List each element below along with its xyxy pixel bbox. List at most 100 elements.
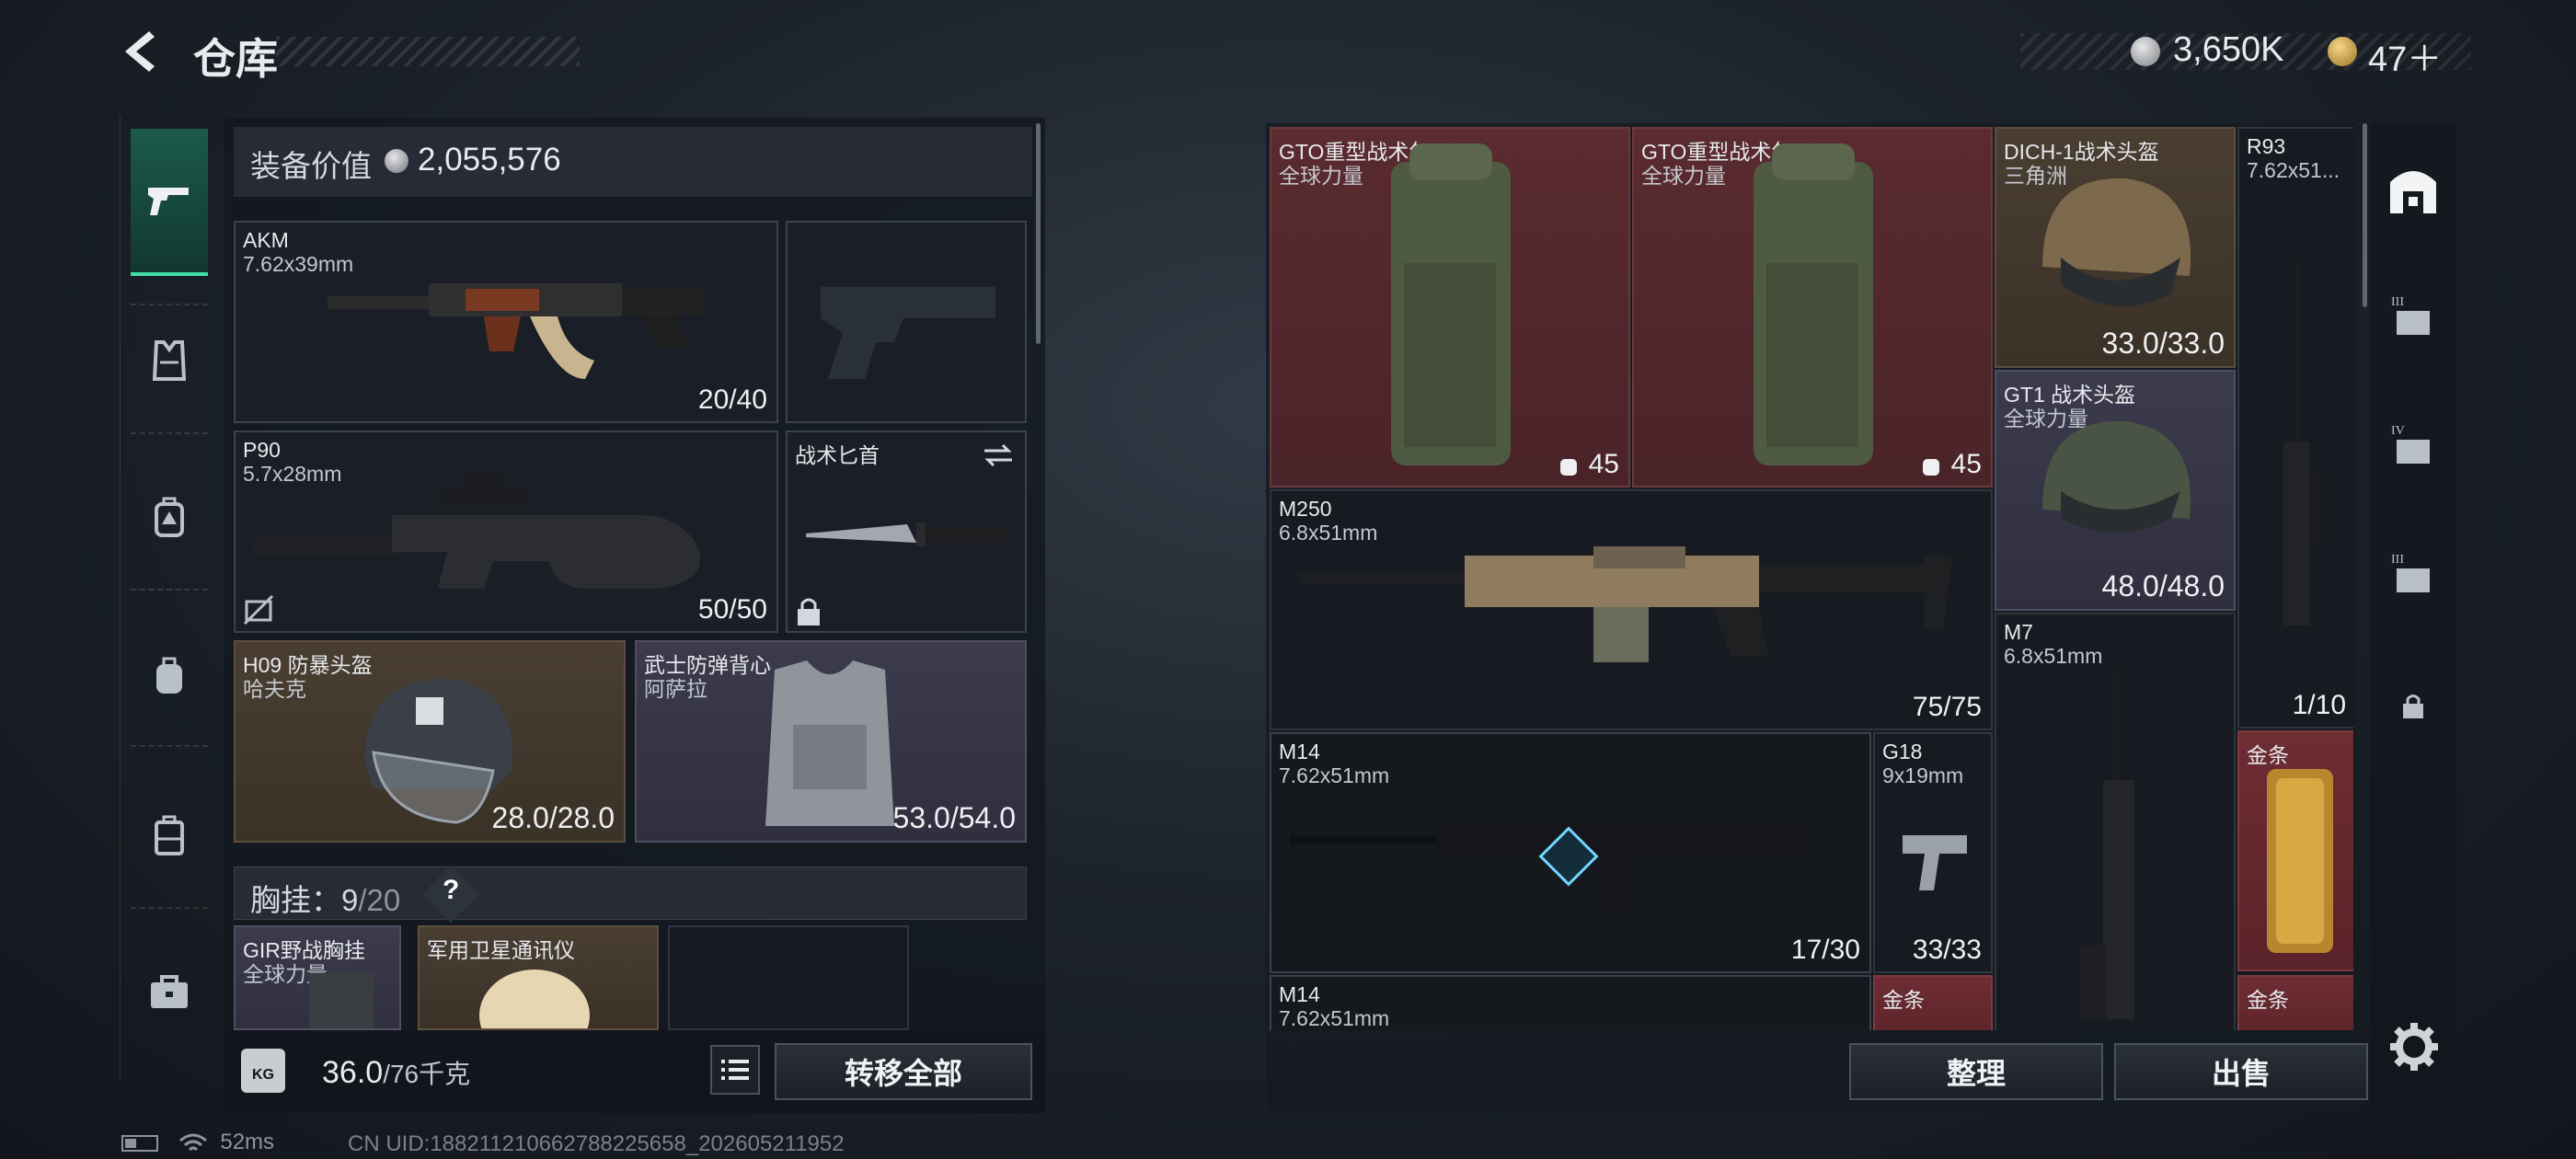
item-name: 战术匕首 — [795, 443, 880, 467]
currency-gold[interactable]: 47＋ — [2368, 30, 2442, 81]
svg-text:III: III — [2391, 553, 2404, 567]
nav-separator — [131, 304, 208, 305]
storage-item-gold-bar[interactable]: 金条 — [2237, 730, 2353, 971]
storage-item-m14[interactable]: M14 7.62x51mm 17/30 — [1270, 732, 1871, 973]
ammo-capacity: 17/30 — [1790, 935, 1860, 965]
storage-item-g18[interactable]: G18 9x19mm 33/33 — [1873, 732, 1993, 973]
nav-separator — [131, 589, 208, 591]
g18-pistol-icon — [1903, 835, 1967, 890]
storage-item-helmet[interactable]: DICH-1战术头盔 三角洲 33.0/33.0 — [1995, 127, 2236, 368]
nav-separator — [131, 907, 208, 909]
item-ammo: 9x19mm — [1882, 763, 1964, 787]
m250-machinegun-icon — [1299, 546, 1952, 662]
storage-item-m7[interactable]: M7 6.8x51mm — [1995, 613, 2236, 1030]
storage-item-backpack[interactable]: GTO重型战术包 全球力量 45 — [1632, 127, 1993, 488]
item-brand: 哈夫克 — [243, 677, 306, 701]
storage-tab-tier3[interactable]: III — [2379, 281, 2447, 350]
dich-helmet-icon — [2042, 178, 2191, 306]
item-brand: 阿萨拉 — [644, 677, 707, 701]
nav-case[interactable] — [131, 797, 208, 874]
item-name: M14 — [1279, 740, 1320, 763]
transfer-all-button[interactable]: 转移全部 — [775, 1043, 1032, 1100]
p90-smg-icon — [254, 471, 700, 589]
satellite-radio-icon — [479, 970, 590, 1028]
right-nav — [2370, 123, 2456, 1111]
item-name: 金条 — [2247, 988, 2289, 1012]
storage-tab-tier3b[interactable]: III — [2379, 539, 2447, 607]
lock-icon — [798, 598, 820, 625]
storage-item-sniper[interactable]: R93 7.62x51... 1/10 — [2237, 127, 2353, 729]
storage-scrollbar[interactable] — [2363, 123, 2367, 307]
wifi-icon — [178, 1133, 207, 1151]
item-name: 军用卫星通讯仪 — [427, 938, 575, 962]
item-ammo: 7.62x51mm — [1279, 1006, 1390, 1030]
storage-item-m250[interactable]: M250 6.8x51mm 75/75 — [1270, 489, 1993, 730]
nav-weapons[interactable] — [131, 129, 208, 276]
storage-item-gold-bar[interactable]: 金条 — [2237, 975, 2353, 1030]
nav-small-pack[interactable] — [131, 478, 208, 556]
no-attachment-icon — [243, 594, 274, 625]
pistol-slot-empty[interactable] — [786, 221, 1027, 423]
list-view-button[interactable] — [710, 1045, 760, 1095]
chest-rig-icon — [309, 973, 374, 1028]
backpack-small-icon — [155, 497, 184, 537]
tier-4-storage-icon: IV — [2391, 424, 2430, 464]
storage-tab-main[interactable] — [2379, 156, 2447, 224]
back-button[interactable] — [118, 28, 166, 75]
back-arrow-icon — [125, 31, 155, 72]
network-status: 52ms — [121, 1130, 274, 1155]
sell-button[interactable]: 出售 — [2114, 1043, 2368, 1100]
armor-slot[interactable]: 武士防弹背心 阿萨拉 53.0/54.0 — [635, 640, 1027, 843]
help-icon[interactable]: ? — [443, 875, 459, 906]
nav-vest[interactable] — [131, 322, 208, 399]
nav-toolbox[interactable] — [131, 953, 208, 1030]
storage-tab-locked[interactable] — [2379, 671, 2447, 740]
storage-item-m14[interactable]: M14 7.62x51mm — [1270, 975, 1871, 1030]
storage-item-backpack[interactable]: GTO重型战术包 全球力量 45 — [1270, 127, 1630, 488]
battery-icon — [121, 1134, 158, 1152]
tactical-knife-icon — [806, 522, 1008, 546]
nav-backpack[interactable] — [131, 637, 208, 714]
toolbox-icon — [151, 975, 188, 1008]
heavy-backpack-icon — [1754, 143, 1873, 465]
list-icon — [721, 1060, 749, 1080]
nav-separator — [131, 432, 208, 434]
pistol-placeholder-icon — [821, 287, 995, 379]
svg-text:IV: IV — [2391, 424, 2405, 438]
capacity-icon — [1560, 459, 1578, 476]
storage-item-helmet[interactable]: GT1 战术头盔 全球力量 48.0/48.0 — [1995, 370, 2236, 611]
nav-separator — [131, 745, 208, 747]
chest-rig-label: 胸挂：9/20 — [250, 883, 401, 917]
vest-icon — [152, 340, 187, 381]
secondary-weapon-slot[interactable]: P90 5.7x28mm 50/50 — [234, 430, 778, 633]
r93-sniper-icon — [2283, 258, 2320, 625]
item-name: M250 — [1279, 497, 1332, 521]
item-count: 45 — [1919, 449, 1982, 480]
sort-button[interactable]: 整理 — [1849, 1043, 2103, 1100]
ammo-capacity: 75/75 — [1912, 692, 1982, 722]
currency-silver: 3,650K — [2173, 30, 2284, 69]
melee-slot[interactable]: 战术匕首 — [786, 430, 1027, 633]
chest-rig-item[interactable]: GIR野战胸挂 全球力量 — [234, 925, 401, 1030]
satellite-radio-item[interactable]: 军用卫星通讯仪 — [418, 925, 659, 1030]
helmet-slot[interactable]: H09 防暴头盔 哈夫克 28.0/28.0 — [234, 640, 626, 843]
item-brand: 全球力量 — [1641, 164, 1726, 188]
ammo-capacity: 33/33 — [1912, 935, 1982, 965]
m7-rifle-icon — [2079, 670, 2134, 1019]
pistol-icon — [148, 188, 189, 215]
lock-icon — [2403, 694, 2423, 718]
storage-home-icon — [2390, 171, 2436, 213]
silver-coin-icon — [2131, 37, 2160, 66]
item-name: G18 — [1882, 740, 1923, 763]
storage-tab-tier4[interactable]: IV — [2379, 410, 2447, 478]
swap-icon[interactable] — [981, 442, 1016, 469]
settings-gear-icon[interactable] — [2388, 1021, 2440, 1073]
page-title: 仓库 — [193, 35, 278, 83]
ammo-capacity: 1/10 — [2292, 690, 2346, 720]
loadout-scrollbar[interactable] — [1036, 123, 1041, 344]
storage-item-gold-bar[interactable]: 金条 — [1873, 975, 1993, 1030]
ammo-capacity: 20/40 — [697, 384, 767, 415]
tier-3-storage-icon: III — [2391, 553, 2430, 592]
chest-empty-slot[interactable] — [668, 925, 909, 1030]
primary-weapon-slot[interactable]: AKM 7.62x39mm 20/40 — [234, 221, 778, 423]
